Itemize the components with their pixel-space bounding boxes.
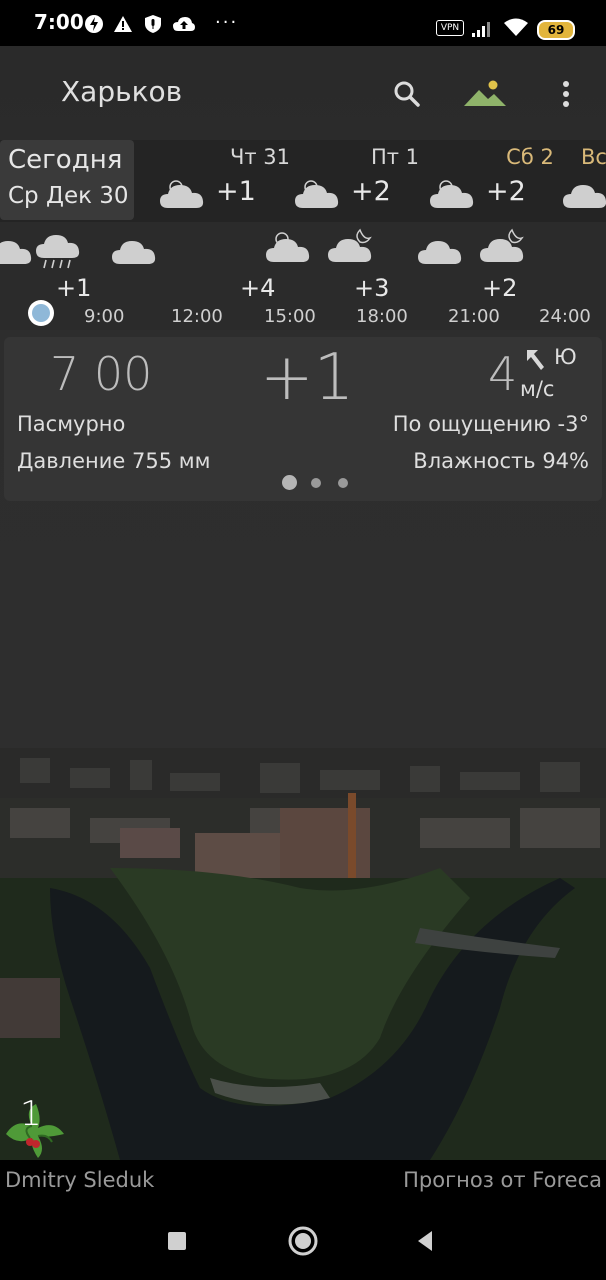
current-time: 7 00 [50,347,153,401]
cloudy-night-icon [328,228,372,262]
wind-speed: 4 [488,347,518,401]
hour-label: 9:00 [84,306,125,327]
cloud-upload-icon [173,17,195,31]
feels-like-text: По ощущению -3° [392,412,589,436]
page-dot[interactable] [311,478,321,488]
more-notifications: ··· [215,12,239,33]
footer: Dmitry Sleduk Прогноз от Foreca [0,1160,606,1198]
warning-icon [114,16,132,32]
current-weather-card[interactable]: 7 00 +1 4 Ю м/с Пасмурно По ощущению -3°… [4,337,602,501]
hour-temp: +2 [482,274,518,302]
humidity-text: Влажность 94% [413,449,589,473]
hourly-forecast[interactable]: +1 +4 +3 +2 9:00 12:00 15:00 18:00 21:00… [0,222,606,330]
back-triangle-icon[interactable] [414,1229,436,1253]
day-name: Вс [581,145,606,169]
current-temp: +1 [260,341,355,415]
day-tab-thu[interactable]: Чт 31 +1 [150,140,290,222]
today-label: Сегодня [8,145,123,175]
partly-cloudy-icon [295,180,339,208]
partly-cloudy-icon [430,180,474,208]
hour-temp: +4 [240,274,276,302]
wind-direction: Ю [554,345,577,369]
home-circle-icon[interactable] [287,1225,319,1257]
hour-label: 15:00 [264,306,316,327]
hour-label: 12:00 [171,306,223,327]
current-time-marker [28,300,54,326]
rain-cloud-icon [36,235,80,269]
condition-text: Пасмурно [17,412,126,436]
page-dot-active[interactable] [282,475,297,490]
status-time: 7:00 [34,10,84,34]
partly-cloudy-icon [160,180,204,208]
city-photo [0,748,606,1160]
hour-label: 21:00 [448,306,500,327]
system-navbar [0,1198,606,1280]
partly-cloudy-icon [266,232,310,262]
signal-icon [472,22,490,37]
battery-icon: 69 [537,20,575,40]
landscape-icon[interactable] [462,78,508,110]
battery-level: 69 [547,23,565,37]
forecast-credit[interactable]: Прогноз от Foreca [403,1168,602,1192]
day-tab-today[interactable]: Сегодня Ср Дек 30 [0,140,134,220]
hour-label: 24:00 [539,306,591,327]
cloud-icon [418,241,462,264]
day-tab-sat[interactable]: Сб 2 +2 [420,140,554,222]
badge-number: 1 [20,1094,42,1134]
shield-mic-icon [145,15,161,33]
day-temp: +2 [351,176,391,207]
wind-direction-icon [527,350,544,370]
more-vert-icon[interactable] [556,79,576,109]
wifi-icon [504,18,528,36]
hour-label: 18:00 [356,306,408,327]
author-credit[interactable]: Dmitry Sleduk [5,1168,154,1192]
cloud-icon [563,185,606,208]
pressure-text: Давление 755 мм [17,449,211,473]
flash-icon [85,15,103,33]
day-temp: +1 [216,176,256,207]
day-tab-fri[interactable]: Пт 1 +2 [285,140,419,222]
vpn-badge: VPN [436,20,464,36]
cloudy-night-icon [480,228,524,262]
recents-square-icon[interactable] [166,1230,188,1252]
page-dot[interactable] [338,478,348,488]
today-date: Ср Дек 30 [8,183,129,209]
hour-temp: +3 [354,274,390,302]
wind-unit: м/с [520,377,555,401]
day-temp: +2 [486,176,526,207]
days-strip: Сегодня Ср Дек 30 Чт 31 +1 Пт 1 +2 Сб 2 … [0,140,606,222]
cloud-icon [112,241,156,264]
hour-temp: +1 [56,274,92,302]
search-icon[interactable] [393,80,421,108]
day-tab-sun[interactable]: Вс [555,140,606,222]
status-bar: 7:00 ··· VPN 69 [0,0,606,46]
city-title[interactable]: Харьков [61,75,182,108]
cloud-icon [0,241,32,264]
